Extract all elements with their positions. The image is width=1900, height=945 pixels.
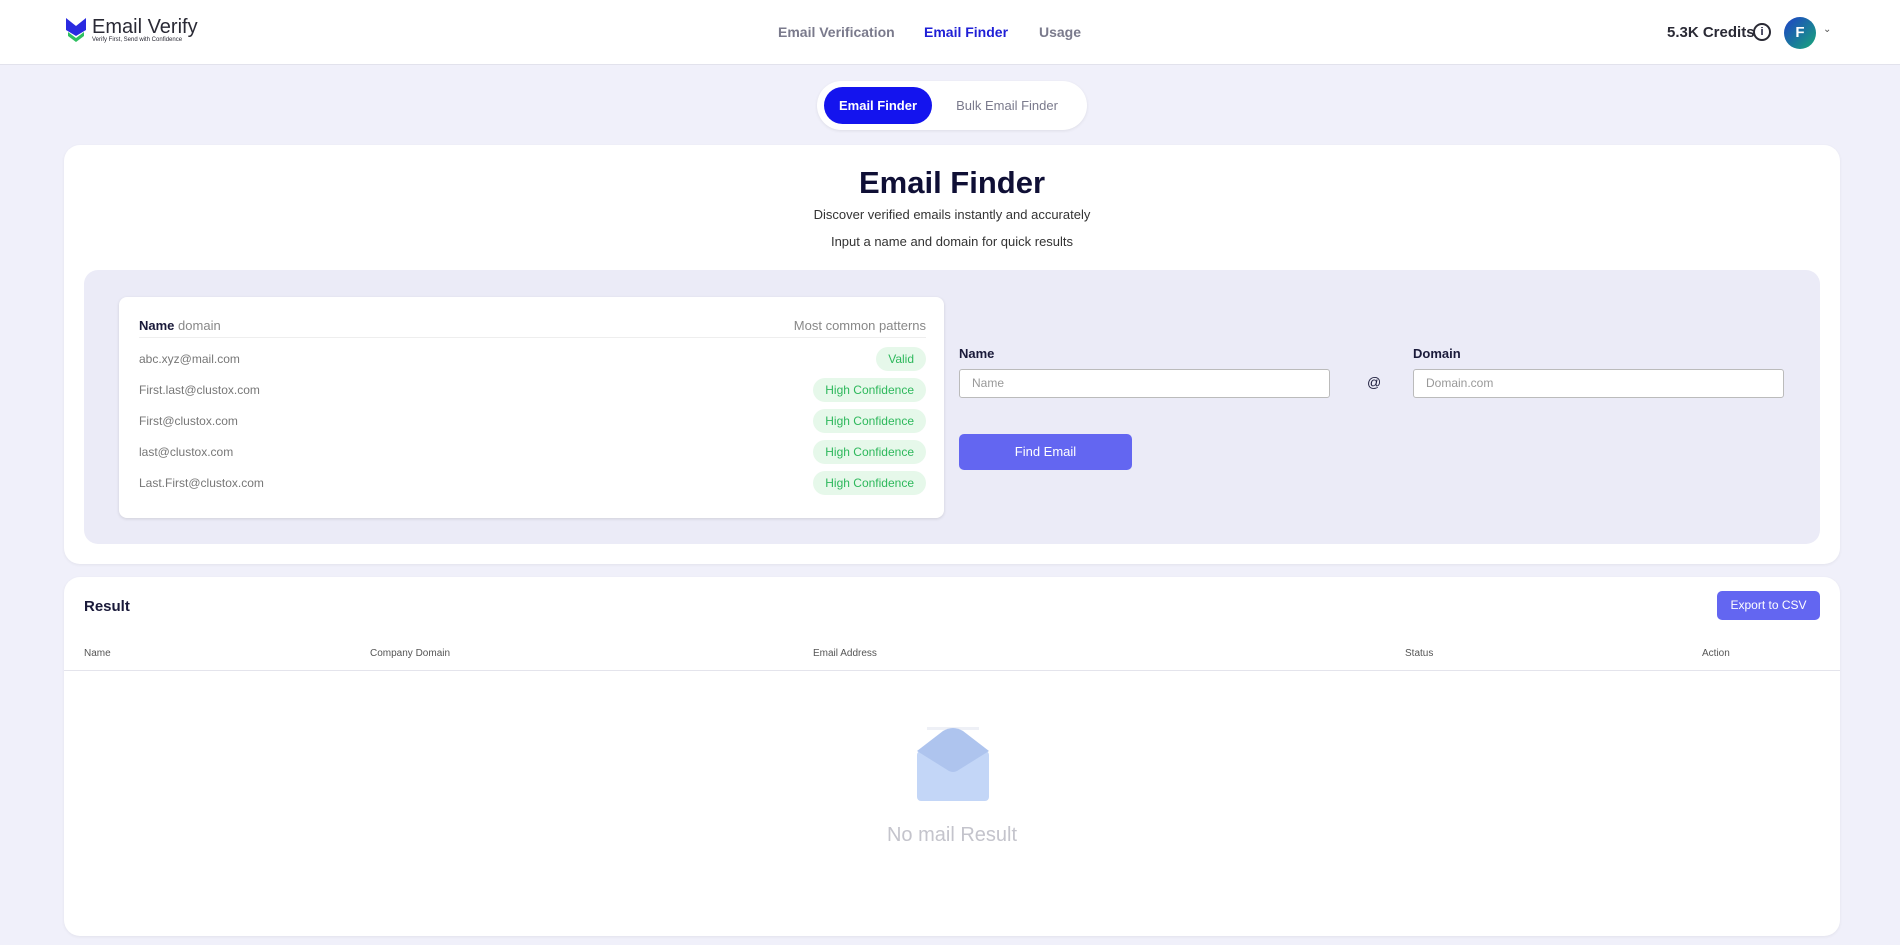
pattern-row: abc.xyz@mail.com Valid: [139, 347, 926, 371]
name-label: Name: [959, 346, 995, 361]
table-divider: [64, 670, 1840, 671]
nav-email-finder[interactable]: Email Finder: [924, 24, 1008, 40]
status-badge: High Confidence: [813, 471, 926, 495]
logo[interactable]: Email Verify Verify First, Send with Con…: [64, 16, 198, 44]
column-header-name: Name: [84, 648, 111, 659]
page-title: Email Finder: [858, 165, 1046, 200]
column-header-status: Status: [1405, 648, 1434, 659]
result-title: Result: [84, 598, 130, 615]
logo-title: Email Verify: [92, 16, 198, 38]
finder-mode-toggle: Email Finder Bulk Email Finder: [817, 81, 1087, 130]
pattern-email: First.last@clustox.com: [139, 383, 260, 397]
chevron-down-icon[interactable]: ⌄: [1823, 24, 1831, 35]
name-input[interactable]: Name: [959, 369, 1330, 398]
column-header-email-address: Email Address: [813, 648, 877, 659]
result-card: Result Export to CSV Name Company Domain…: [64, 577, 1840, 936]
pattern-row: Last.First@clustox.com High Confidence: [139, 471, 926, 495]
header-domain: domain: [178, 318, 221, 333]
logo-icon: [66, 18, 86, 42]
patterns-header: Name domain Most common patterns: [139, 318, 926, 338]
pattern-row: last@clustox.com High Confidence: [139, 440, 926, 464]
envelope-open-icon: [917, 727, 989, 801]
logo-tagline: Verify First, Send with Confidence: [92, 37, 183, 43]
pattern-row: First.last@clustox.com High Confidence: [139, 378, 926, 402]
finder-panel: Name domain Most common patterns abc.xyz…: [84, 270, 1820, 544]
subtitle: Discover verified emails instantly and a…: [813, 207, 1091, 222]
nav-email-verification[interactable]: Email Verification: [778, 24, 895, 40]
credits-count: 5.3K Credits: [1667, 24, 1755, 41]
at-symbol: @: [1367, 374, 1382, 390]
column-header-action: Action: [1702, 648, 1730, 659]
info-icon[interactable]: i: [1753, 23, 1771, 41]
tab-bulk-email-finder[interactable]: Bulk Email Finder: [937, 87, 1077, 124]
status-badge: High Confidence: [813, 378, 926, 402]
export-csv-button[interactable]: Export to CSV: [1717, 591, 1820, 620]
top-header: Email Verify Verify First, Send with Con…: [0, 0, 1900, 65]
column-header-company-domain: Company Domain: [370, 648, 451, 659]
tab-email-finder[interactable]: Email Finder: [824, 87, 932, 124]
domain-input[interactable]: Domain.com: [1413, 369, 1784, 398]
nav-usage[interactable]: Usage: [1039, 24, 1081, 40]
pattern-row: First@clustox.com High Confidence: [139, 409, 926, 433]
status-badge: High Confidence: [813, 440, 926, 464]
status-badge: High Confidence: [813, 409, 926, 433]
patterns-card: Name domain Most common patterns abc.xyz…: [119, 297, 944, 518]
subtitle-2: Input a name and domain for quick result…: [830, 234, 1074, 249]
email-finder-card: Email Finder Discover verified emails in…: [64, 145, 1840, 564]
status-badge: Valid: [876, 347, 926, 371]
empty-state-text: No mail Result: [886, 824, 1018, 846]
avatar[interactable]: F: [1784, 17, 1816, 49]
pattern-email: abc.xyz@mail.com: [139, 352, 240, 366]
pattern-email: Last.First@clustox.com: [139, 476, 264, 490]
pattern-email: First@clustox.com: [139, 414, 238, 428]
header-name: Name: [139, 318, 175, 333]
domain-label: Domain: [1413, 346, 1461, 361]
find-email-button[interactable]: Find Email: [959, 434, 1132, 470]
header-patterns: Most common patterns: [793, 318, 926, 333]
pattern-email: last@clustox.com: [139, 445, 234, 459]
